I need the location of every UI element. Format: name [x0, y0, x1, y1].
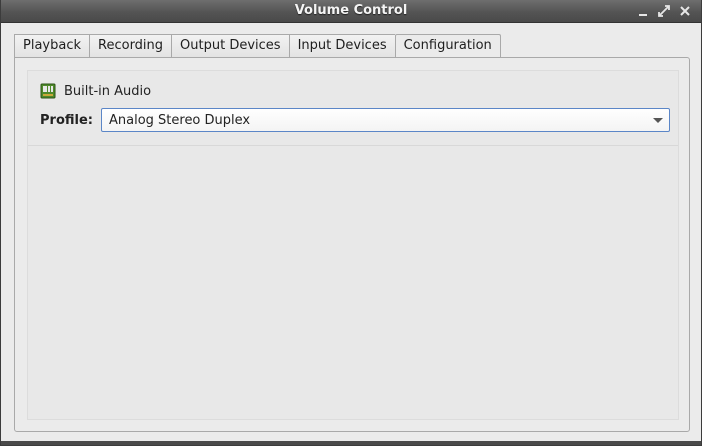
tab-bar: Playback Recording Output Devices Input …: [14, 34, 501, 59]
volume-control-window: Volume Control Playback Recording Output…: [0, 0, 702, 446]
tab-input-devices[interactable]: Input Devices: [288, 34, 395, 58]
tab-recording[interactable]: Recording: [89, 34, 172, 58]
chevron-down-icon: [652, 117, 663, 123]
tab-playback[interactable]: Playback: [14, 34, 90, 58]
configuration-page: Built-in Audio Profile: Analog Stereo Du…: [14, 57, 690, 432]
card-list: Built-in Audio Profile: Analog Stereo Du…: [27, 70, 679, 420]
tab-configuration[interactable]: Configuration: [394, 34, 501, 59]
close-icon[interactable]: [677, 2, 693, 20]
device-name: Built-in Audio: [64, 83, 152, 99]
minimize-icon[interactable]: [635, 2, 651, 20]
sound-card-icon: [40, 83, 56, 99]
profile-value: Analog Stereo Duplex: [108, 112, 251, 128]
maximize-icon[interactable]: [656, 2, 672, 20]
tab-output-devices[interactable]: Output Devices: [171, 34, 289, 58]
profile-row: Profile: Analog Stereo Duplex: [40, 108, 670, 132]
window-bottom-border: [1, 441, 701, 445]
window-title: Volume Control: [294, 3, 408, 18]
profile-label: Profile:: [40, 112, 93, 128]
profile-dropdown[interactable]: Analog Stereo Duplex: [100, 108, 670, 132]
device-header: Built-in Audio: [40, 82, 151, 100]
separator: [28, 145, 678, 146]
title-bar[interactable]: Volume Control: [1, 0, 701, 23]
window-controls: [635, 2, 693, 20]
